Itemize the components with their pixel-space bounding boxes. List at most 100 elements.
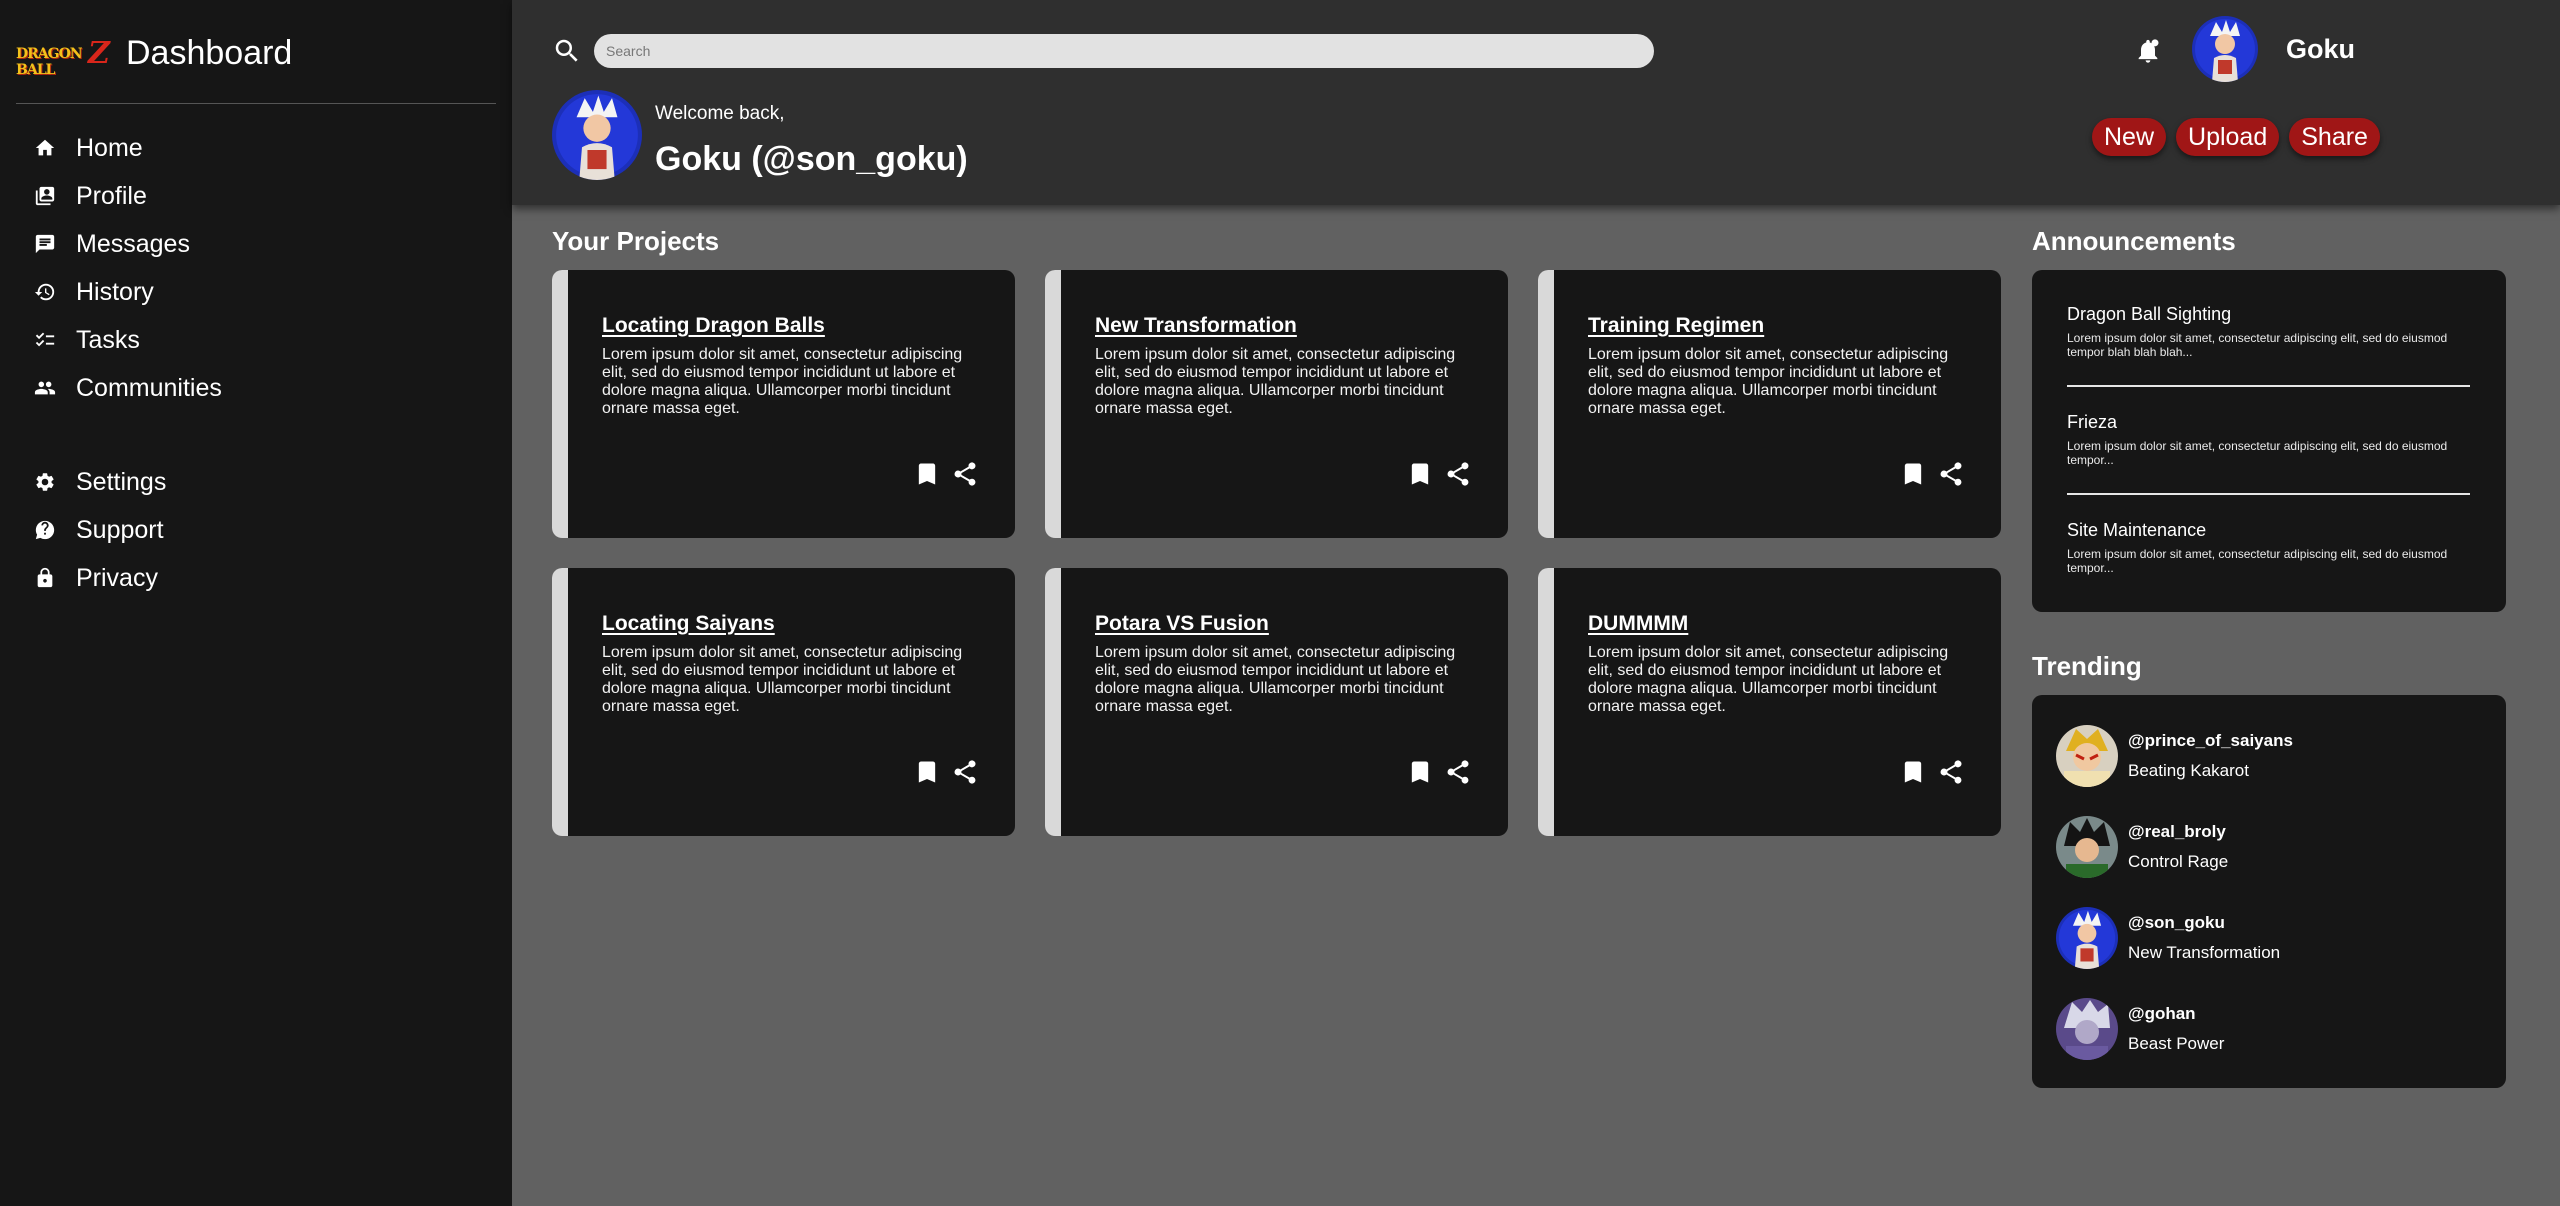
trending-item[interactable]: @prince_of_saiyans Beating Kakarot	[2056, 725, 2476, 789]
settings-icon	[36, 473, 54, 491]
avatar[interactable]	[2056, 725, 2118, 787]
project-card[interactable]: New Transformation Lorem ipsum dolor sit…	[1045, 270, 1508, 538]
sidebar-item-privacy[interactable]: Privacy	[34, 554, 474, 602]
new-button[interactable]: New	[2092, 118, 2167, 156]
trending-text: New Transformation	[2128, 943, 2281, 962]
project-card-actions	[1406, 758, 1472, 786]
project-card-title[interactable]: Locating Saiyans	[602, 612, 775, 636]
bookmark-icon[interactable]	[913, 758, 941, 786]
trending-title: Trending	[2032, 651, 2142, 681]
sidebar-item-home[interactable]: Home	[34, 124, 474, 172]
project-card-body: Lorem ipsum dolor sit amet, consectetur …	[602, 346, 963, 417]
bookmark-icon[interactable]	[913, 460, 941, 488]
share-icon[interactable]	[1444, 758, 1472, 786]
projects-title: Your Projects	[552, 226, 720, 256]
share-icon[interactable]	[1444, 460, 1472, 488]
trending-item[interactable]: @gohan Beast Power	[2056, 998, 2476, 1062]
search-icon[interactable]	[552, 36, 582, 66]
project-card-title[interactable]: DUMMMM	[1588, 612, 1688, 636]
avatar[interactable]	[2056, 816, 2118, 878]
project-card[interactable]: Training Regimen Lorem ipsum dolor sit a…	[1538, 270, 2001, 538]
sidebar-item-label: Profile	[76, 181, 147, 210]
notification-bell-icon[interactable]	[2134, 36, 2162, 66]
trending-handle[interactable]: @son_goku	[2128, 913, 2225, 933]
sidebar-item-communities[interactable]: Communities	[34, 364, 474, 412]
profile-fullname: Goku (@son_goku)	[655, 140, 968, 178]
announcement-title: Frieza	[2067, 412, 2118, 432]
trending-panel: @prince_of_saiyans Beating Kakarot @real…	[2032, 695, 2506, 1088]
communities-icon	[34, 381, 56, 395]
announcements-title: Announcements	[2032, 226, 2236, 256]
trending-handle[interactable]: @prince_of_saiyans	[2128, 731, 2293, 751]
project-card-actions	[1406, 460, 1472, 488]
project-card[interactable]: Potara VS Fusion Lorem ipsum dolor sit a…	[1045, 568, 1508, 836]
announcement-item[interactable]: Dragon Ball Sighting Lorem ipsum dolor s…	[2067, 304, 2470, 359]
announcement-item[interactable]: Frieza Lorem ipsum dolor sit amet, conse…	[2067, 412, 2470, 467]
share-icon[interactable]	[951, 758, 979, 786]
sidebar-item-history[interactable]: History	[34, 268, 474, 316]
project-card-title[interactable]: Locating Dragon Balls	[602, 314, 825, 338]
bookmark-icon[interactable]	[1406, 460, 1434, 488]
announcement-divider	[2067, 385, 2470, 387]
dashboard-title: Dashboard	[126, 33, 293, 72]
bookmark-icon[interactable]	[1406, 758, 1434, 786]
trending-item[interactable]: @real_broly Control Rage	[2056, 816, 2476, 880]
announcement-body: Lorem ipsum dolor sit amet, consectetur …	[2067, 547, 2448, 575]
sidebar-item-tasks[interactable]: Tasks	[34, 316, 474, 364]
sidebar-item-label: Messages	[76, 229, 190, 258]
announcement-body: Lorem ipsum dolor sit amet, consectetur …	[2067, 331, 2448, 359]
sidebar-item-messages[interactable]: Messages	[34, 220, 474, 268]
sidebar-item-settings[interactable]: Settings	[34, 458, 474, 506]
sidebar-item-support[interactable]: Support	[34, 506, 474, 554]
upload-button[interactable]: Upload	[2176, 118, 2280, 156]
sidebar-item-label: Home	[76, 133, 143, 162]
sidebar-nav-secondary: Settings Support Privacy	[34, 458, 474, 602]
share-button[interactable]: Share	[2289, 118, 2380, 156]
profile-icon	[35, 186, 55, 206]
trending-item[interactable]: @son_goku New Transformation	[2056, 907, 2476, 971]
project-card-title[interactable]: Potara VS Fusion	[1095, 612, 1269, 636]
trending-handle[interactable]: @gohan	[2128, 1004, 2196, 1024]
search-input[interactable]	[594, 34, 1654, 68]
share-icon[interactable]	[1937, 758, 1965, 786]
announcement-body: Lorem ipsum dolor sit amet, consectetur …	[2067, 439, 2448, 467]
bookmark-icon[interactable]	[1899, 460, 1927, 488]
project-card-body: Lorem ipsum dolor sit amet, consectetur …	[1095, 644, 1456, 715]
share-icon[interactable]	[951, 460, 979, 488]
trending-text: Beast Power	[2128, 1034, 2225, 1053]
sidebar: DRAGON BALL Z Dashboard Home Profile Mes…	[0, 0, 512, 1206]
lock-icon	[37, 567, 53, 588]
announcements-panel: Dragon Ball Sighting Lorem ipsum dolor s…	[2032, 270, 2506, 612]
project-card-actions	[1899, 460, 1965, 488]
avatar[interactable]	[2056, 907, 2118, 969]
welcome-text: Welcome back,	[655, 103, 785, 124]
user-avatar[interactable]	[2192, 16, 2258, 82]
top-header: Goku Welcome back, Goku (@son_goku) New …	[512, 0, 2560, 205]
project-card-body: Lorem ipsum dolor sit amet, consectetur …	[1095, 346, 1456, 417]
sidebar-item-profile[interactable]: Profile	[34, 172, 474, 220]
share-icon[interactable]	[1937, 460, 1965, 488]
home-icon	[35, 139, 55, 156]
sidebar-item-label: Support	[76, 515, 164, 544]
sidebar-divider	[16, 103, 496, 104]
sidebar-nav-main: Home Profile Messages History Tasks Comm…	[34, 124, 474, 412]
profile-avatar	[552, 90, 642, 180]
project-card[interactable]: Locating Dragon Balls Lorem ipsum dolor …	[552, 270, 1015, 538]
project-card[interactable]: DUMMMM Lorem ipsum dolor sit amet, conse…	[1538, 568, 2001, 836]
project-card-title[interactable]: Training Regimen	[1588, 314, 1764, 338]
announcement-item[interactable]: Site Maintenance Lorem ipsum dolor sit a…	[2067, 520, 2470, 575]
sidebar-item-label: Privacy	[76, 563, 158, 592]
messages-icon	[35, 234, 55, 254]
bookmark-icon[interactable]	[1899, 758, 1927, 786]
sidebar-item-label: Communities	[76, 373, 222, 402]
dragon-ball-z-logo: DRAGON BALL Z	[16, 36, 110, 78]
brand[interactable]: DRAGON BALL Z Dashboard	[16, 30, 293, 79]
trending-handle[interactable]: @real_broly	[2128, 822, 2226, 842]
project-card[interactable]: Locating Saiyans Lorem ipsum dolor sit a…	[552, 568, 1015, 836]
announcement-title: Dragon Ball Sighting	[2067, 304, 2232, 324]
project-card-title[interactable]: New Transformation	[1095, 314, 1297, 338]
project-card-actions	[913, 460, 979, 488]
support-icon	[35, 520, 55, 540]
avatar[interactable]	[2056, 998, 2118, 1060]
header-username[interactable]: Goku	[2286, 34, 2355, 65]
